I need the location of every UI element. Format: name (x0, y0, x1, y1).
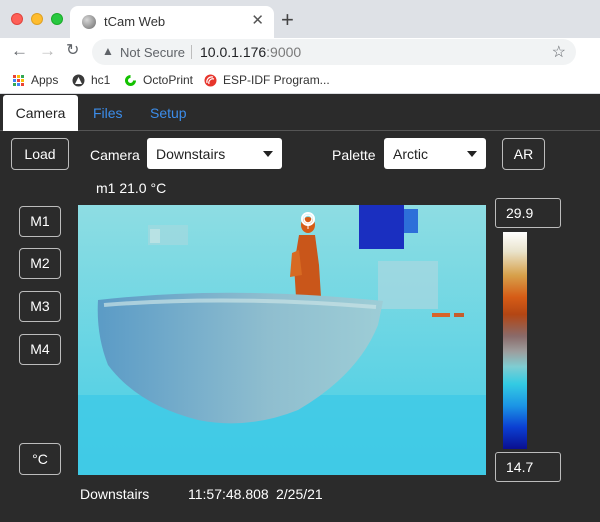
marker-readout: m1 21.0 °C (96, 180, 167, 196)
bookmarks-bar: Apps hc1 OctoPrint ESP-IDF Program... (0, 66, 600, 94)
scale-max-value[interactable]: 29.9 (495, 198, 561, 228)
tab-camera[interactable]: Camera (3, 95, 78, 131)
browser-toolbar: ← → ↻ ▲ Not Secure 10.0.1.176:9000 ☆ (0, 38, 600, 66)
palette-select[interactable]: Arctic (384, 138, 486, 169)
bookmark-label: hc1 (91, 73, 111, 87)
thermal-image[interactable] (78, 205, 486, 475)
status-date: 2/25/21 (276, 486, 323, 502)
bookmark-hc1[interactable]: hc1 (72, 70, 110, 90)
address-bar[interactable]: ▲ Not Secure 10.0.1.176:9000 ☆ (92, 39, 576, 65)
url-text[interactable]: 10.0.1.176:9000 (200, 44, 301, 60)
espressif-icon (204, 74, 217, 87)
status-camera-name: Downstairs (80, 486, 150, 502)
camera-select-value: Downstairs (156, 146, 226, 162)
marker-m4-button[interactable]: M4 (19, 334, 61, 365)
browser-titlebar: tCam Web ✕ + (0, 0, 600, 38)
bookmark-apps[interactable]: Apps (13, 70, 58, 90)
apps-grid-icon (13, 74, 25, 87)
address-divider (191, 45, 192, 59)
reload-icon[interactable]: ↻ (66, 40, 79, 62)
tab-files[interactable]: Files (93, 95, 123, 131)
browser-tab[interactable]: tCam Web ✕ (70, 6, 274, 38)
url-port: :9000 (266, 44, 302, 60)
octoprint-icon (125, 75, 136, 87)
security-label: Not Secure (120, 45, 186, 60)
marker-m2-button[interactable]: M2 (19, 248, 61, 279)
minimize-window-button[interactable] (31, 13, 43, 25)
chevron-down-icon (263, 151, 273, 157)
bookmark-star-icon[interactable]: ☆ (552, 42, 566, 62)
triangle-logo-icon (72, 74, 85, 87)
close-window-button[interactable] (11, 13, 23, 25)
status-timestamp: 11:57:48.808 (188, 486, 269, 502)
bookmark-label: Apps (31, 73, 59, 87)
marker-m1-button[interactable]: M1 (19, 206, 61, 237)
palette-label: Palette (332, 147, 376, 163)
scale-min-value[interactable]: 14.7 (495, 452, 561, 482)
maximize-window-button[interactable] (51, 13, 63, 25)
bookmark-label: ESP-IDF Program... (223, 73, 330, 87)
thermal-scene (78, 205, 486, 475)
page-tabs: Camera Files Setup (0, 95, 600, 131)
tab-title: tCam Web (104, 14, 166, 29)
chevron-down-icon (467, 151, 477, 157)
bookmark-esp-idf[interactable]: ESP-IDF Program... (204, 70, 330, 90)
globe-icon (82, 15, 96, 29)
palette-colorbar (503, 232, 527, 449)
camera-select[interactable]: Downstairs (147, 138, 282, 169)
forward-arrow-icon[interactable]: → (39, 40, 56, 62)
tab-setup[interactable]: Setup (150, 95, 187, 131)
marker-m1-crosshair-icon[interactable] (301, 212, 315, 226)
url-host: 10.0.1.176 (200, 44, 267, 60)
load-button[interactable]: Load (11, 138, 69, 170)
new-tab-icon[interactable]: + (281, 9, 294, 31)
palette-select-value: Arctic (393, 146, 428, 162)
tcam-page: Camera Files Setup Load Camera Downstair… (0, 95, 600, 522)
back-arrow-icon[interactable]: ← (11, 40, 28, 62)
bookmark-octoprint[interactable]: OctoPrint (124, 70, 193, 90)
ar-button[interactable]: AR (502, 138, 545, 170)
marker-m3-button[interactable]: M3 (19, 291, 61, 322)
warning-triangle-icon: ▲ (102, 44, 114, 58)
units-toggle-button[interactable]: °C (19, 443, 61, 475)
close-tab-icon[interactable]: ✕ (251, 12, 264, 30)
camera-label: Camera (90, 147, 140, 163)
bookmark-label: OctoPrint (143, 73, 194, 87)
